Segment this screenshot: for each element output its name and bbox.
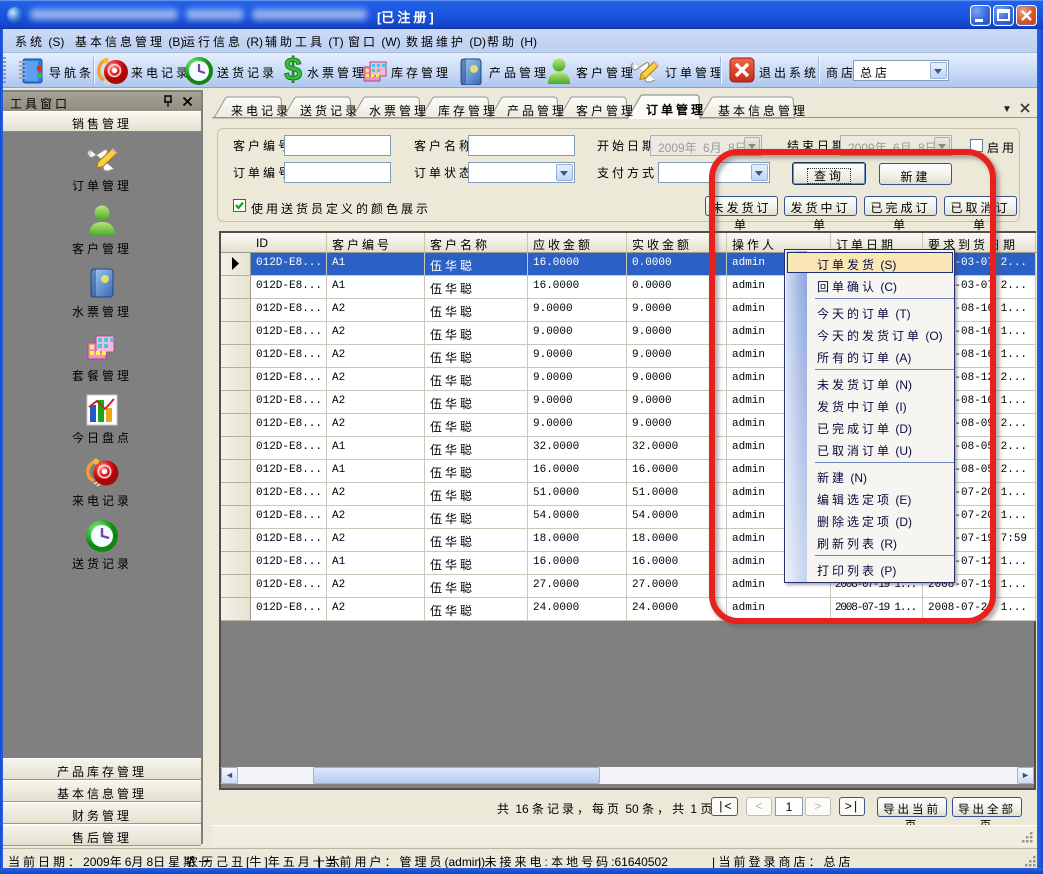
svg-text:$: $ bbox=[284, 54, 302, 87]
